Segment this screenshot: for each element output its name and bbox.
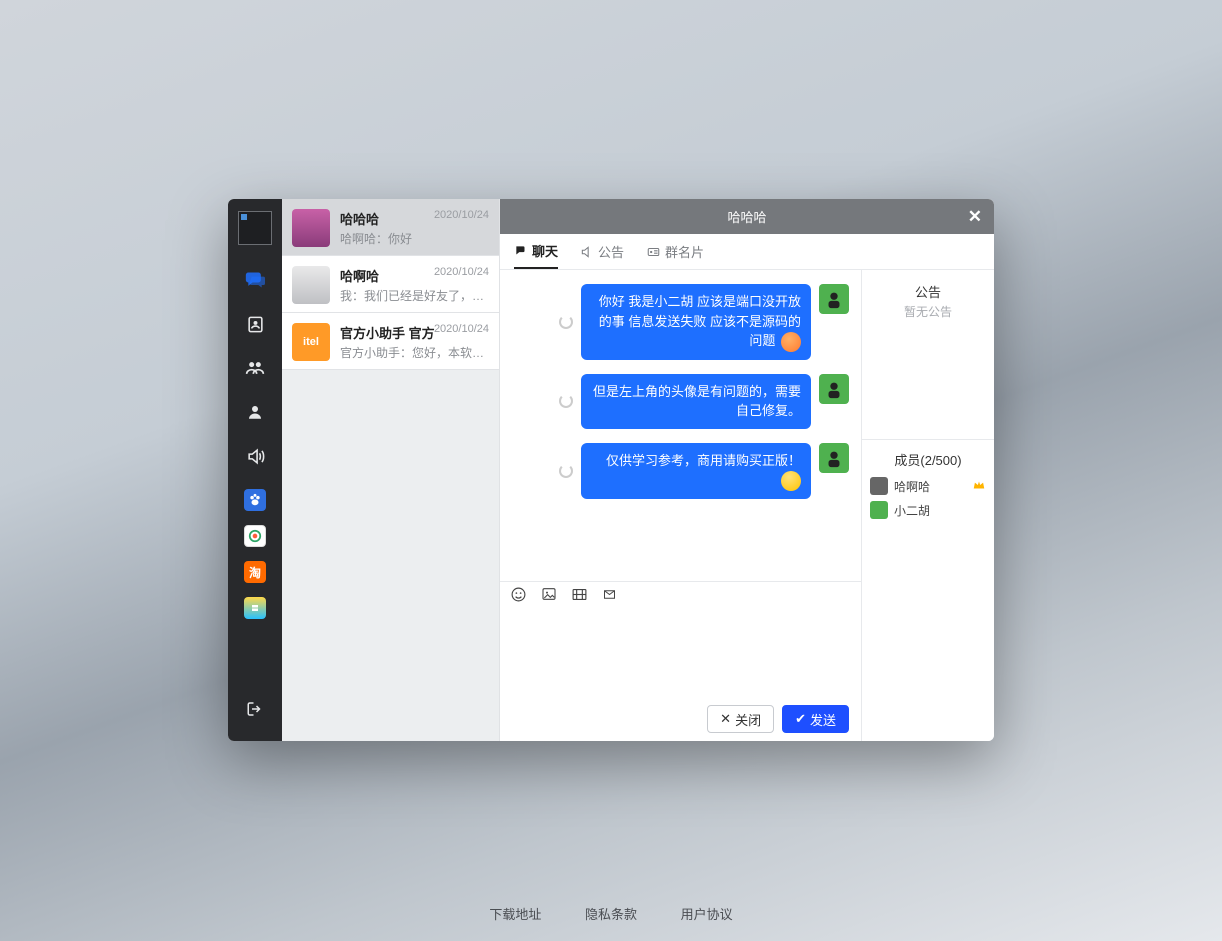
brand-tencent[interactable] — [244, 525, 266, 547]
card-icon — [646, 245, 661, 259]
conversation-avatar — [292, 266, 330, 304]
member-avatar — [870, 477, 888, 495]
tab-chat[interactable]: 聊天 — [514, 234, 558, 269]
conversation-item[interactable]: 哈啊哈 我：我们已经是好友了，很高... 2020/10/24 — [282, 256, 499, 313]
logout-button[interactable] — [246, 700, 264, 723]
message-row: 但是左上角的头像是有问题的，需要自己修复。 — [512, 374, 849, 429]
member-name: 小二胡 — [894, 502, 930, 519]
chat-panel: 哈哈哈 ✕ 聊天 公告 群名片 — [500, 199, 994, 741]
chat-icon — [245, 270, 265, 290]
message-bubble: 仅供学习参考，商用请购买正版！ — [581, 443, 811, 499]
contacts-icon — [246, 315, 265, 334]
nav-person[interactable] — [238, 395, 272, 429]
video-button[interactable] — [571, 586, 588, 608]
emoji-grin-icon — [781, 471, 801, 491]
member-row[interactable]: 哈啊哈 — [870, 477, 986, 495]
close-button[interactable]: ✕ 关闭 — [707, 705, 774, 733]
smile-icon — [510, 586, 527, 603]
film-icon — [571, 586, 588, 603]
message-avatar — [819, 284, 849, 314]
user-avatar[interactable] — [238, 211, 272, 245]
announce-title: 公告 — [870, 282, 986, 301]
chat-tabs: 聊天 公告 群名片 — [500, 234, 994, 270]
member-row[interactable]: 小二胡 — [870, 501, 986, 519]
message-list[interactable]: 你好 我是小二胡 应该是端口没开放的事 信息发送失败 应该不是源码的问题 但是左… — [500, 270, 861, 581]
nav-group[interactable] — [238, 351, 272, 385]
announce-empty: 暂无公告 — [870, 303, 986, 320]
emoji-flush-icon — [781, 332, 801, 352]
conversation-avatar: itel — [292, 323, 330, 361]
sending-spinner-icon — [559, 315, 573, 329]
tab-announce[interactable]: 公告 — [580, 234, 624, 269]
message-row: 你好 我是小二胡 应该是端口没开放的事 信息发送失败 应该不是源码的问题 — [512, 284, 849, 360]
conversation-avatar — [292, 209, 330, 247]
member-avatar — [870, 501, 888, 519]
message-bubble: 你好 我是小二胡 应该是端口没开放的事 信息发送失败 应该不是源码的问题 — [581, 284, 811, 360]
check-icon: ✔ — [795, 711, 806, 727]
footer-links: 下载地址 隐私条款 用户协议 — [0, 904, 1222, 923]
conversation-time: 2020/10/24 — [434, 323, 489, 335]
conversation-item[interactable]: itel 官方小助手 官方 官方小助手：您好，本软件正... 2020/10/2… — [282, 313, 499, 370]
envelope-icon — [602, 587, 617, 602]
nav-sound[interactable] — [238, 439, 272, 473]
composer-area — [500, 611, 861, 697]
message-bubble: 但是左上角的头像是有问题的，需要自己修复。 — [581, 374, 811, 429]
message-row: 仅供学习参考，商用请购买正版！ — [512, 443, 849, 499]
nav-chat[interactable] — [238, 263, 272, 297]
footer-privacy-link[interactable]: 隐私条款 — [585, 907, 637, 922]
message-avatar — [819, 443, 849, 473]
message-input[interactable] — [510, 617, 851, 691]
conversation-preview: 官方小助手：您好，本软件正... — [340, 344, 489, 361]
announce-box: 公告 暂无公告 — [862, 270, 994, 440]
group-icon — [245, 358, 265, 378]
member-name: 哈啊哈 — [894, 478, 930, 495]
chat-window: 淘 哈哈哈 哈啊哈：你好 2020/10/24 哈啊哈 我：我们已经是好友了，很… — [228, 199, 994, 741]
message-avatar — [819, 374, 849, 404]
nav-contacts[interactable] — [238, 307, 272, 341]
footer-terms-link[interactable]: 用户协议 — [681, 907, 733, 922]
conversation-list: 哈哈哈 哈啊哈：你好 2020/10/24 哈啊哈 我：我们已经是好友了，很高.… — [282, 199, 500, 741]
x-icon: ✕ — [720, 711, 731, 727]
conversation-time: 2020/10/24 — [434, 209, 489, 221]
file-button[interactable] — [602, 587, 617, 607]
emoji-button[interactable] — [510, 586, 527, 608]
members-title: 成员(2/500) — [870, 450, 986, 469]
chat-header: 哈哈哈 ✕ — [500, 199, 994, 234]
comments-icon — [514, 244, 528, 258]
brand-baidu[interactable] — [244, 489, 266, 511]
conversation-item[interactable]: 哈哈哈 哈啊哈：你好 2020/10/24 — [282, 199, 499, 256]
conversation-time: 2020/10/24 — [434, 266, 489, 278]
chat-body: 你好 我是小二胡 应该是端口没开放的事 信息发送失败 应该不是源码的问题 但是左… — [500, 270, 994, 741]
send-button[interactable]: ✔ 发送 — [782, 705, 849, 733]
speaker-icon — [580, 245, 594, 259]
sending-spinner-icon — [559, 394, 573, 408]
owner-crown-icon — [972, 478, 986, 492]
sidebar: 淘 — [228, 199, 282, 741]
brand-taobao[interactable]: 淘 — [244, 561, 266, 583]
sound-icon — [246, 447, 265, 466]
tab-card[interactable]: 群名片 — [646, 234, 704, 269]
members-box: 成员(2/500) 哈啊哈 小二胡 — [862, 440, 994, 741]
conversation-preview: 我：我们已经是好友了，很高... — [340, 287, 489, 304]
side-panel: 公告 暂无公告 成员(2/500) 哈啊哈 小二胡 — [862, 270, 994, 741]
logout-icon — [246, 700, 264, 718]
image-icon — [541, 586, 557, 602]
composer-actions: ✕ 关闭 ✔ 发送 — [500, 697, 861, 741]
footer-download-link[interactable]: 下载地址 — [489, 907, 541, 922]
sending-spinner-icon — [559, 464, 573, 478]
image-button[interactable] — [541, 586, 557, 607]
person-icon — [246, 403, 264, 421]
conversation-preview: 哈啊哈：你好 — [340, 230, 489, 247]
composer-toolbar — [500, 581, 861, 611]
chat-title: 哈哈哈 — [727, 207, 766, 226]
close-window-button[interactable]: ✕ — [968, 207, 982, 227]
brand-app[interactable] — [244, 597, 266, 619]
messages-column: 你好 我是小二胡 应该是端口没开放的事 信息发送失败 应该不是源码的问题 但是左… — [500, 270, 862, 741]
